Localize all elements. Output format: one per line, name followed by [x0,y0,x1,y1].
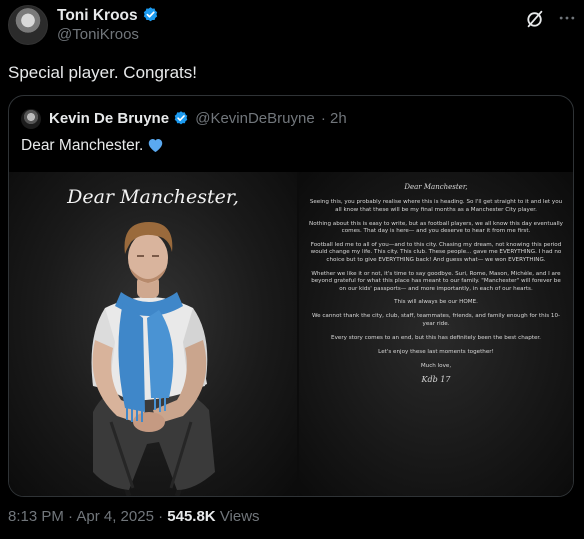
letter-paragraph: Seeing this, you probably realise where … [309,199,563,213]
grok-icon[interactable] [524,8,546,30]
tweet-meta: 8:13 PM · Apr 4, 2025 · 545.8K Views [8,508,260,525]
letter-paragraph: Whether we like it or not, it's time to … [311,270,561,292]
quoted-tweet-age: · 2h [320,110,347,127]
letter-panel: Dear Manchester, Seeing this, you probab… [299,172,573,496]
verified-badge-icon[interactable] [142,6,159,28]
quoted-author-avatar[interactable] [21,109,41,129]
author-handle[interactable]: @ToniKroos [57,26,139,43]
quoted-tweet-header: Kevin De Bruyne @KevinDeBruyne · 2h [49,110,347,130]
quoted-tweet-text-row: Dear Manchester. [21,137,164,158]
letter-paragraph: Let's enjoy these last moments together! [378,348,494,355]
letter-heading: Dear Manchester, [404,183,468,191]
meta-separator: · [153,508,168,525]
letter-signature: Kdb 17 [421,375,451,385]
portrait-illustration [91,222,215,496]
more-options-icon[interactable] [556,8,578,30]
quoted-author-handle: @KevinDeBruyne [195,110,315,127]
tweet-text: Special player. Congrats! [8,63,197,82]
photo-panel: Dear Manchester, [9,172,297,496]
letter-paragraph: Much love, [420,362,452,369]
letter-paragraph: We cannot thank the city, club, staff, t… [311,313,561,327]
author-name[interactable]: Toni Kroos [57,7,138,24]
verified-badge-icon [173,110,189,130]
letter-paragraph: Nothing about this is easy to write, but… [309,220,563,235]
quoted-tweet-card[interactable]: Kevin De Bruyne @KevinDeBruyne · 2h Dear… [8,95,574,497]
quoted-tweet-image[interactable]: Dear Manchester, Dear Manchester, Seeing… [9,172,573,496]
quoted-author-name[interactable]: Kevin De Bruyne [49,110,169,127]
quoted-tweet-text: Dear Manchester. [21,137,144,154]
letter-paragraph: Every story comes to an end, but this ha… [331,334,541,341]
farewell-letter: Dear Manchester, Seeing this, you probab… [307,183,565,385]
author-name-row[interactable]: Toni Kroos [57,6,159,28]
author-avatar[interactable] [8,5,48,45]
tweet-timestamp[interactable]: 8:13 PM · Apr 4, 2025 [8,508,154,525]
blue-heart-icon [147,137,164,158]
views-count: 545.8K [167,508,216,525]
letter-paragraph: This will always be our HOME. [394,299,478,306]
letter-paragraph: Football led me to all of you—and to thi… [310,242,562,263]
views-label: Views [219,508,260,525]
